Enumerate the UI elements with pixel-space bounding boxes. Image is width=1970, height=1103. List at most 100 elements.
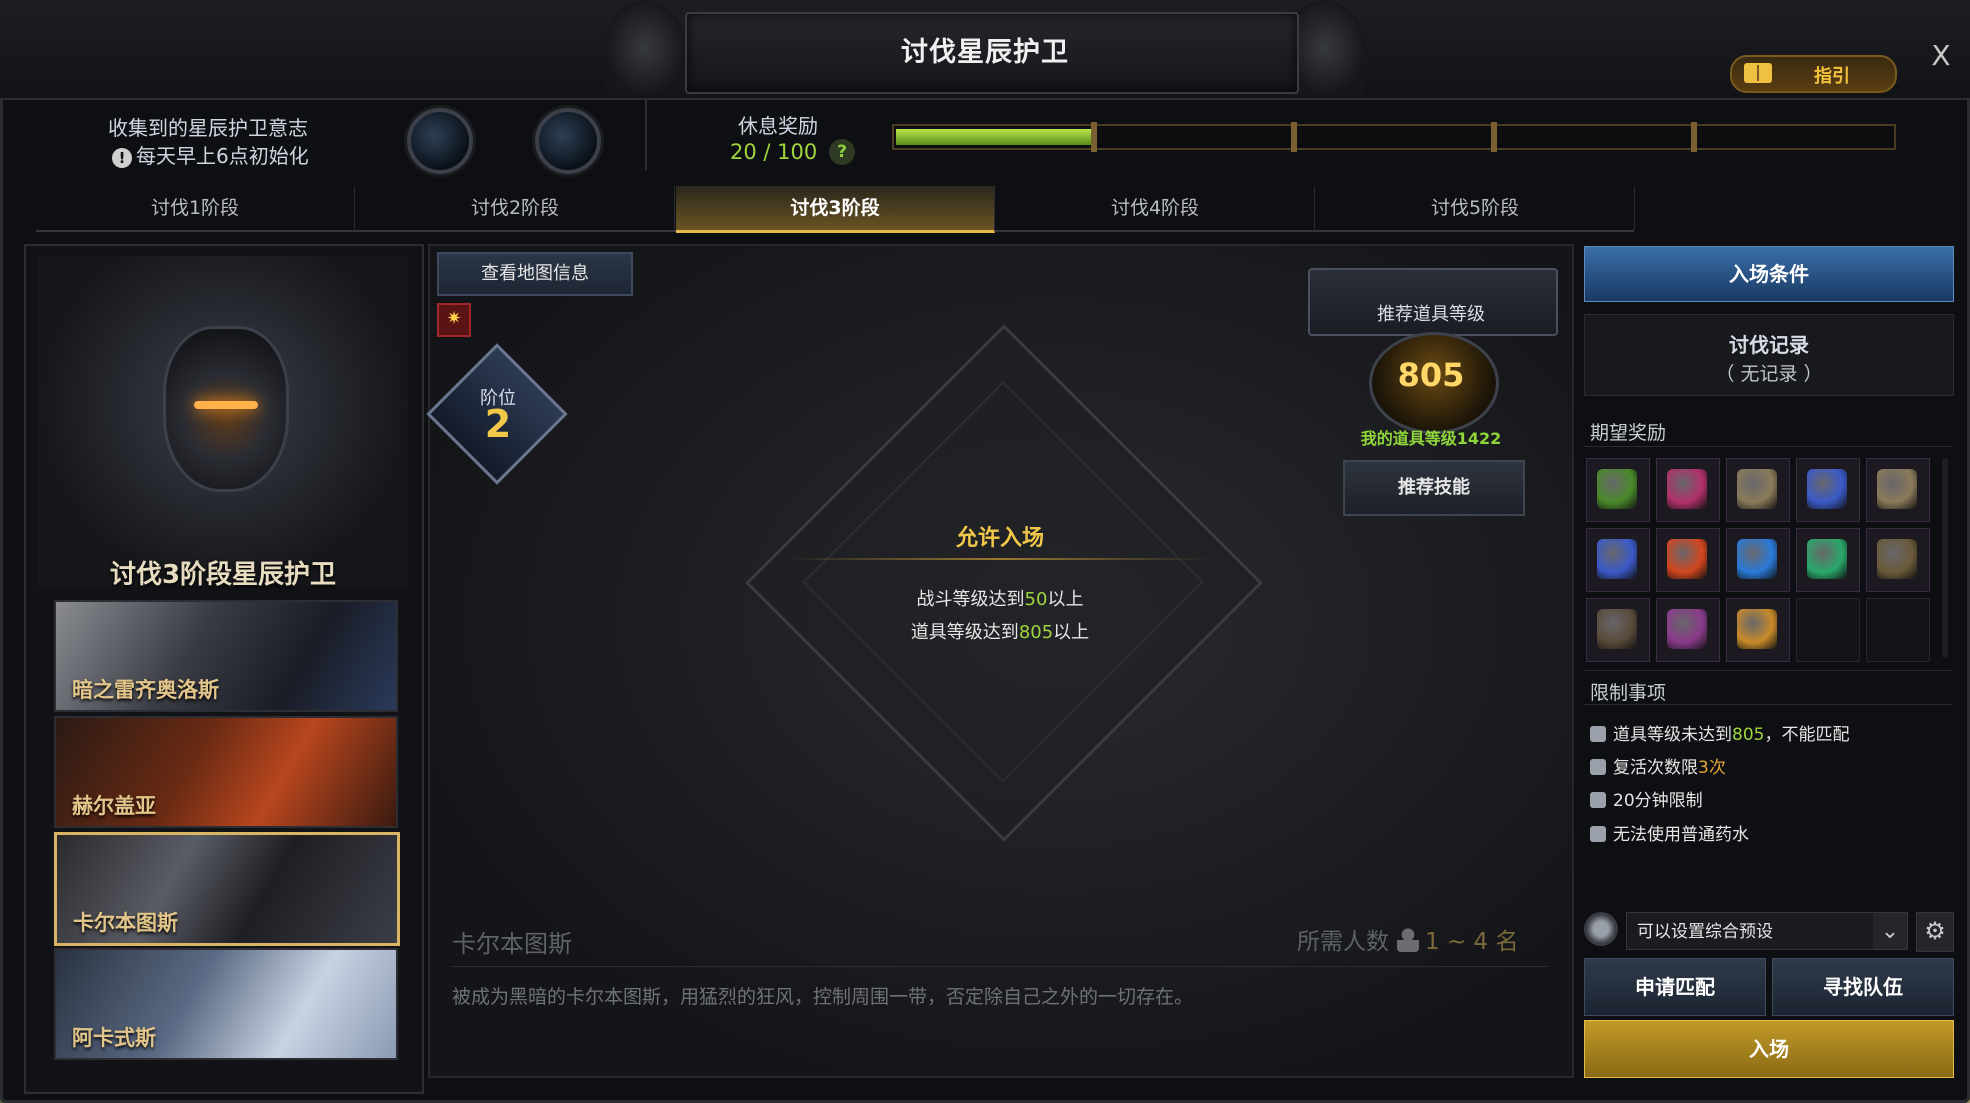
restriction-text: 20分钟限制 xyxy=(1613,791,1703,811)
condition-prefix: 道具等级达到 xyxy=(910,622,1019,643)
apply-match-button[interactable]: 申请匹配 xyxy=(1584,958,1766,1016)
rank-value: 2 xyxy=(484,402,512,446)
rest-reward-value: 20 / 100 xyxy=(730,140,818,164)
buff-badge-icon[interactable]: ✷ xyxy=(437,303,471,337)
recommended-level-value: 805 xyxy=(1397,356,1465,394)
zone-name: 卡尔本图斯 xyxy=(452,930,572,958)
tab-stage-2[interactable]: 讨伐2阶段 xyxy=(356,186,675,230)
reward-slot[interactable] xyxy=(1586,598,1650,662)
restriction-value: 3次 xyxy=(1698,758,1726,778)
bar-segment xyxy=(1091,122,1097,152)
view-map-info-button[interactable]: 查看地图信息 xyxy=(437,252,633,296)
reward-slot[interactable] xyxy=(1656,598,1720,662)
tab-stage-3[interactable]: 讨伐3阶段 xyxy=(676,186,995,233)
restriction-revive: 复活次数限3次 xyxy=(1590,753,1726,778)
rune-icon xyxy=(1737,609,1777,649)
close-button[interactable]: X xyxy=(1925,40,1957,72)
boss-item-darkness[interactable]: 暗之雷齐奥洛斯 xyxy=(54,600,398,712)
find-party-button[interactable]: 寻找队伍 xyxy=(1772,958,1954,1016)
bar-segment xyxy=(1491,122,1497,152)
reward-slot[interactable] xyxy=(1796,458,1860,522)
restriction-text: 无法使用普通药水 xyxy=(1613,825,1749,845)
hourglass-icon xyxy=(1590,792,1606,808)
collected-will-label: 收集到的星辰护卫意志 xyxy=(108,116,308,140)
rest-reward-label: 休息奖励 xyxy=(738,114,818,138)
tab-stage-5[interactable]: 讨伐5阶段 xyxy=(1316,186,1635,230)
guide-label: 指引 xyxy=(1814,66,1850,87)
chevron-down-icon[interactable]: ⌄ xyxy=(1873,913,1907,949)
party-size: 所需人数 1 ~ 4 名 xyxy=(1297,922,1518,956)
condition-suffix: 以上 xyxy=(1053,622,1090,643)
boss-name: 卡尔本图斯 xyxy=(73,911,178,935)
earring-icon xyxy=(1737,469,1777,509)
guardian-helm-image xyxy=(163,326,289,492)
reset-note-text: 每天早上6点初始化 xyxy=(136,144,309,168)
book-icon xyxy=(1667,609,1707,649)
boss-item-helgaia[interactable]: 赫尔盖亚 xyxy=(54,716,398,828)
reward-slot[interactable] xyxy=(1656,528,1720,592)
reward-slot[interactable] xyxy=(1726,528,1790,592)
reward-slot[interactable] xyxy=(1866,458,1930,522)
earring-icon xyxy=(1877,469,1917,509)
reward-slot[interactable] xyxy=(1586,458,1650,522)
reward-slot[interactable] xyxy=(1866,528,1930,592)
entry-conditions-button[interactable]: 入场条件 xyxy=(1584,246,1954,302)
condition-item-level: 道具等级达到805以上 xyxy=(820,618,1180,644)
restriction-item-level: 道具等级未达到805，不能匹配 xyxy=(1590,720,1849,745)
boss-portrait: 讨伐3阶段星辰护卫 xyxy=(38,256,408,590)
reward-slot[interactable] xyxy=(1726,598,1790,662)
record-box: 讨伐记录 （ 无记录 ） xyxy=(1584,314,1954,396)
bar-segment xyxy=(1691,122,1697,152)
preset-select[interactable]: 可以设置综合预设 ⌄ xyxy=(1626,912,1908,950)
blue-crystal-icon xyxy=(1737,539,1777,579)
stage-tabs: 讨伐1阶段 讨伐2阶段 讨伐3阶段 讨伐4阶段 讨伐5阶段 xyxy=(36,186,1635,233)
restrictions-divider-top xyxy=(1584,670,1952,671)
shield-icon xyxy=(1590,726,1606,742)
feather-icon xyxy=(1590,759,1606,775)
window-title: 讨伐星辰护卫 xyxy=(901,37,1069,68)
book-icon xyxy=(1744,63,1772,83)
boss-item-akkan[interactable]: 阿卡式斯 xyxy=(54,948,398,1060)
potion-icon xyxy=(1590,826,1606,842)
my-item-level: 我的道具等级1422 xyxy=(1360,429,1502,448)
glowing-eyes xyxy=(194,401,258,409)
condition-prefix: 战斗等级达到 xyxy=(916,589,1025,610)
reward-slot[interactable] xyxy=(1586,528,1650,592)
info-divider xyxy=(645,100,647,170)
party-label: 所需人数 xyxy=(1297,929,1389,955)
recommend-skill-button[interactable]: 推荐技能 xyxy=(1343,460,1525,516)
preset-icon xyxy=(1584,912,1618,946)
zone-divider xyxy=(450,966,1548,967)
help-button[interactable]: ? xyxy=(829,139,855,165)
restriction-time: 20分钟限制 xyxy=(1590,786,1703,811)
restrictions-title: 限制事项 xyxy=(1590,682,1667,704)
restrictions-divider xyxy=(1584,704,1952,705)
reward-slot[interactable] xyxy=(1796,528,1860,592)
tab-stage-1[interactable]: 讨伐1阶段 xyxy=(36,186,355,230)
entry-status: 允许入场 xyxy=(955,526,1044,551)
record-title: 讨伐记录 xyxy=(1729,333,1809,357)
will-orb-2 xyxy=(535,108,601,174)
rewards-title: 期望奖励 xyxy=(1590,422,1667,444)
reset-note: ! 每天早上6点初始化 xyxy=(112,140,309,169)
guide-button[interactable]: 指引 xyxy=(1730,55,1897,93)
reward-slot[interactable] xyxy=(1726,458,1790,522)
rewards-divider xyxy=(1584,446,1952,447)
red-crystal-icon xyxy=(1667,539,1707,579)
rewards-scrollbar[interactable] xyxy=(1942,458,1948,658)
condition-suffix: 以上 xyxy=(1047,589,1084,610)
restriction-value: 805 xyxy=(1732,725,1765,745)
reward-slot xyxy=(1866,598,1930,662)
tab-stage-4[interactable]: 讨伐4阶段 xyxy=(996,186,1315,230)
record-value: （ 无记录 ） xyxy=(1715,363,1823,385)
condition-combat-level: 战斗等级达到50以上 xyxy=(820,585,1180,611)
enter-button[interactable]: 入场 xyxy=(1584,1020,1954,1078)
boss-item-calventus[interactable]: 卡尔本图斯 xyxy=(54,832,400,946)
recommended-level-label: 推荐道具等级 xyxy=(1377,304,1485,325)
reward-slot[interactable] xyxy=(1656,458,1720,522)
rest-reward-bar xyxy=(892,122,1896,152)
gear-icon[interactable]: ⚙ xyxy=(1916,912,1954,952)
gift-box-icon xyxy=(1597,469,1637,509)
stage-boss-title: 讨伐3阶段星辰护卫 xyxy=(109,560,337,590)
ring-icon xyxy=(1597,539,1637,579)
